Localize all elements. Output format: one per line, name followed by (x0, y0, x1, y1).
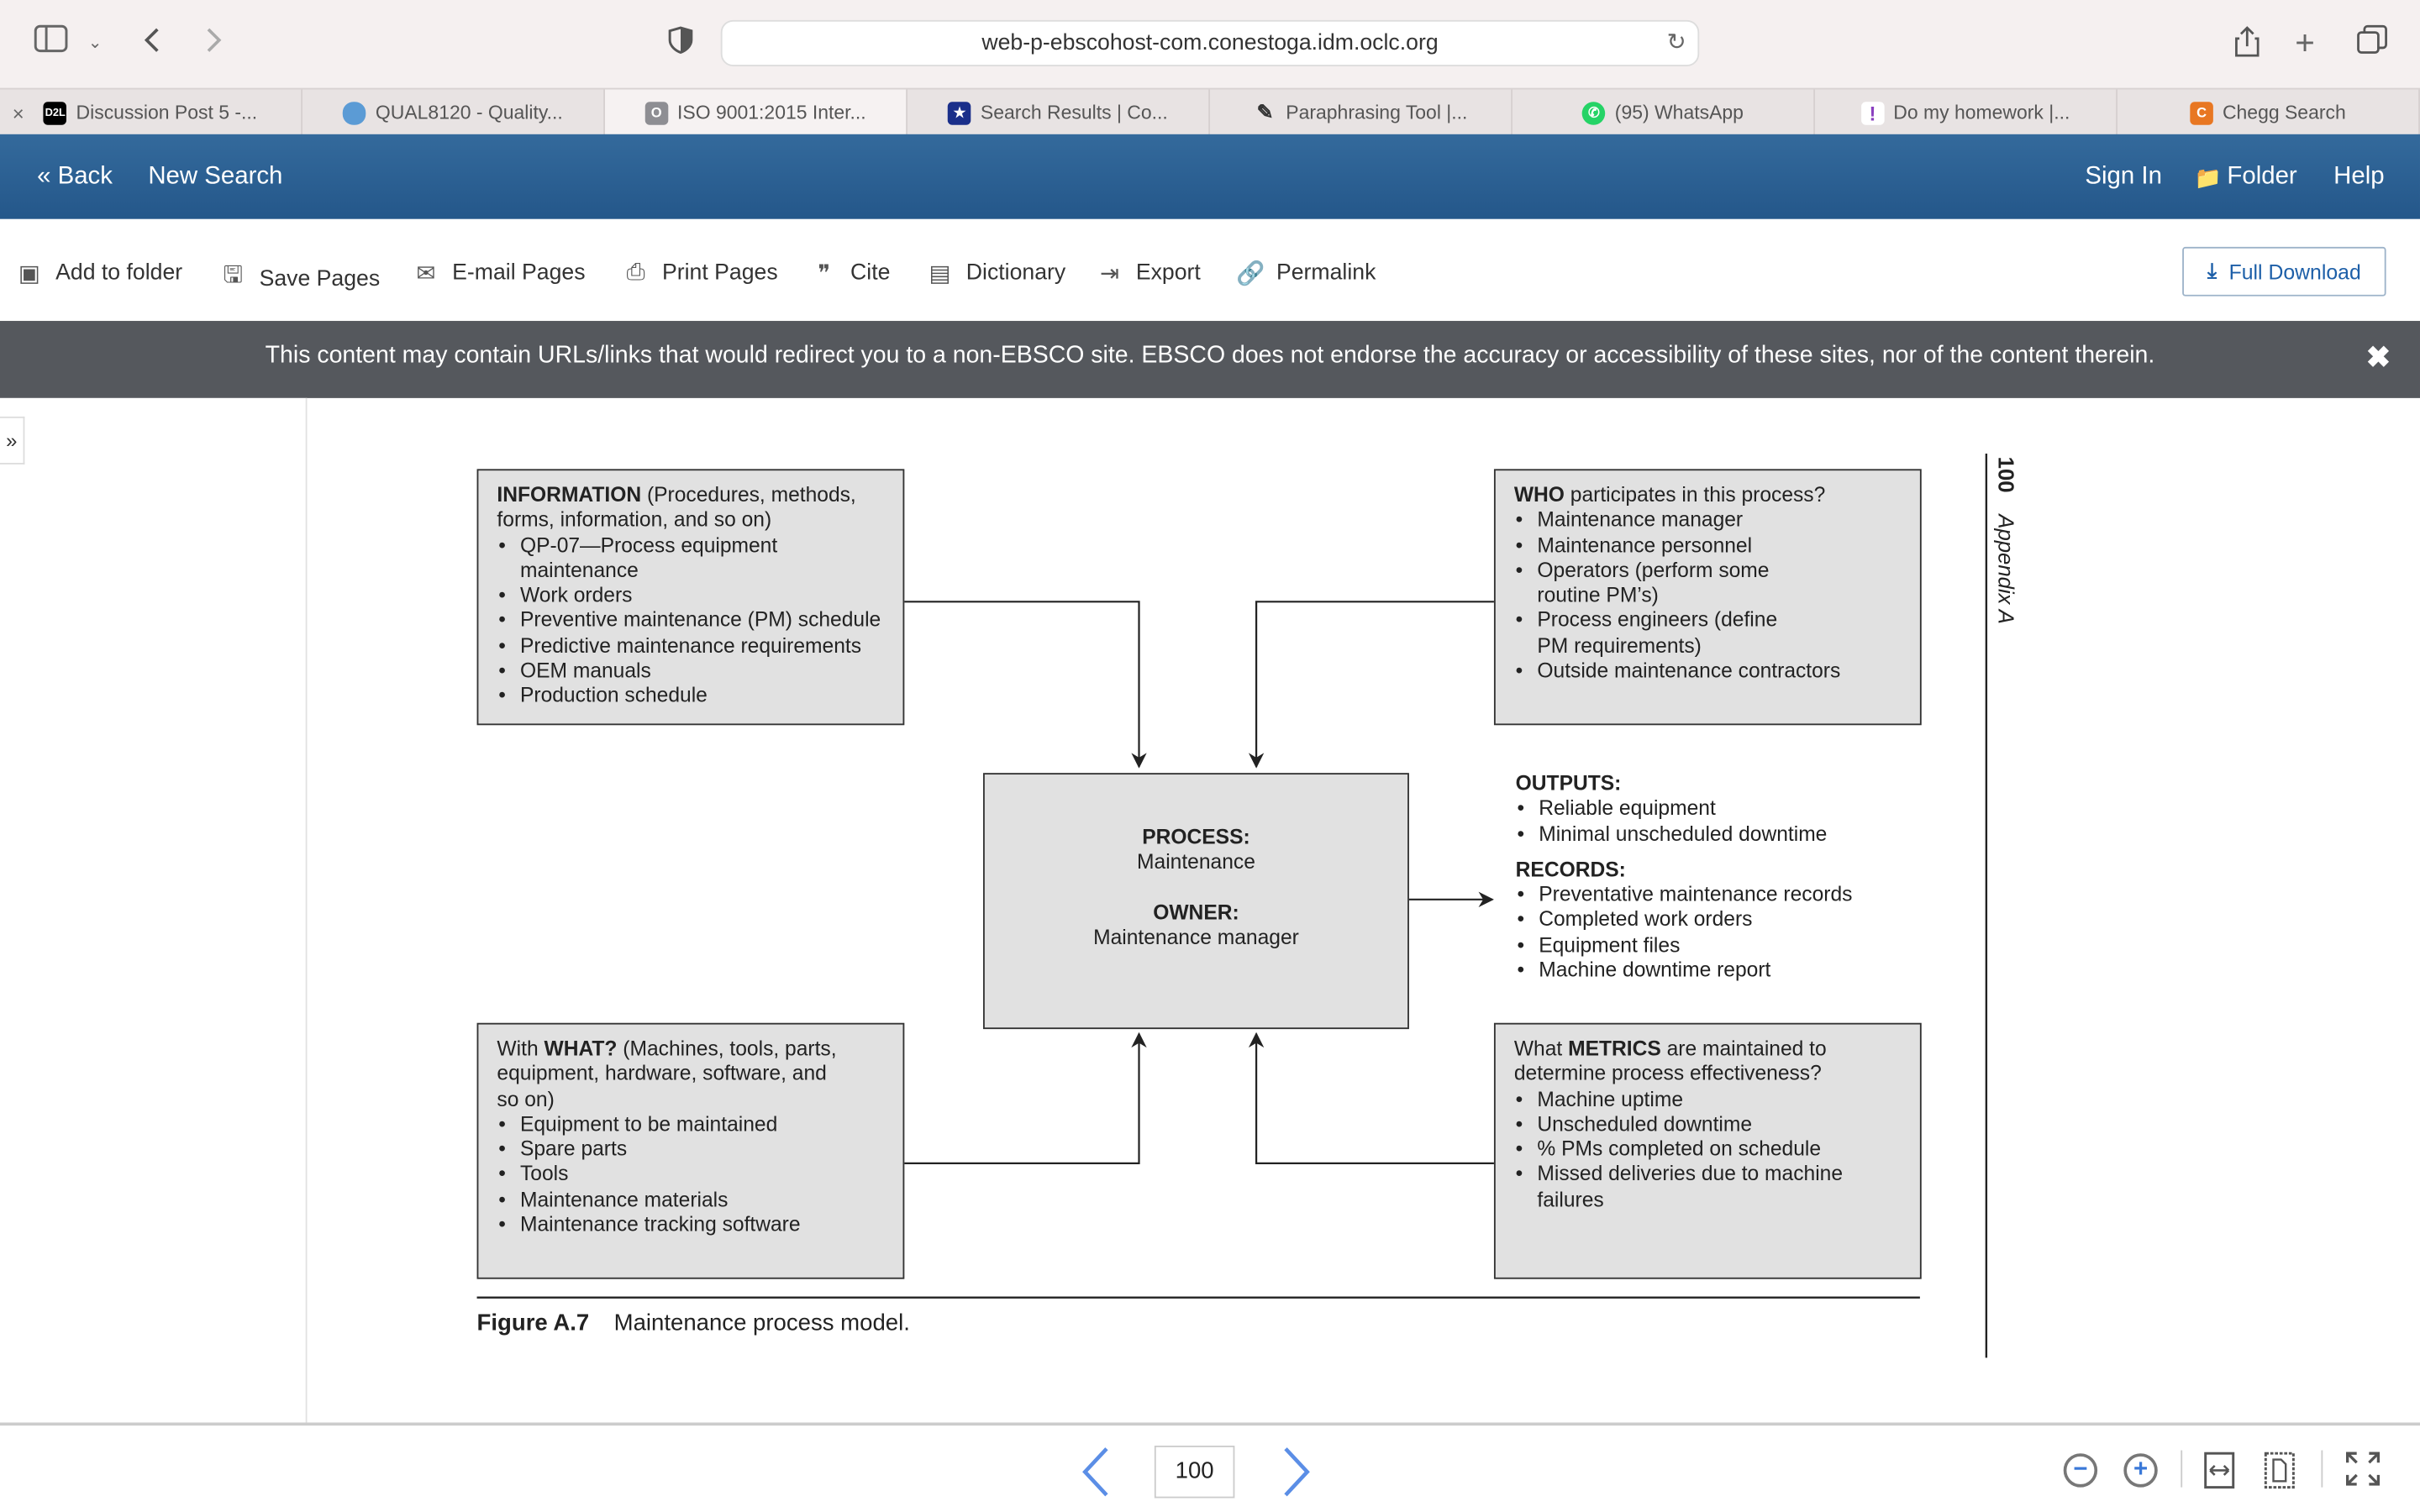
metrics-list: Machine uptime Unscheduled downtime % PM… (1514, 1087, 1902, 1213)
list-item: OEM manuals (497, 659, 884, 684)
outputs-heading: OUTPUTS: (1515, 771, 1622, 795)
outputs-list: Reliable equipment Minimal unscheduled d… (1516, 796, 1918, 847)
list-item: Work orders (497, 584, 884, 609)
section-name: Appendix A (1994, 514, 2019, 624)
metrics-box: What METRICS are maintained to determine… (1493, 1022, 1922, 1279)
who-box: WHO participates in this process? Mainte… (1493, 469, 1922, 726)
process-box: PROCESS: Maintenance OWNER: Maintenance … (982, 773, 1409, 1030)
list-item: Completed work orders (1516, 908, 1918, 933)
list-item: Preventative maintenance records (1516, 883, 1918, 908)
box-heading: With WHAT? (Machines, tools, parts, equi… (497, 1037, 837, 1110)
divider (2321, 1450, 2323, 1488)
list-item: Process engineers (define PM requirement… (1514, 609, 1786, 659)
list-item: Minimal unscheduled downtime (1516, 822, 1918, 847)
list-item: Maintenance materials (497, 1188, 884, 1213)
list-item: Tools (497, 1163, 884, 1188)
owner-value: Maintenance manager (1093, 925, 1299, 949)
list-item: Predictive maintenance requirements (497, 633, 884, 659)
fit-page-icon[interactable] (2264, 1452, 2295, 1489)
box-heading: WHO participates in this process? (1513, 482, 1826, 507)
process-value: Maintenance (1137, 850, 1255, 874)
list-item: Maintenance manager (1514, 508, 1786, 533)
records-list: Preventative maintenance records Complet… (1516, 883, 1918, 984)
list-item: Production schedule (497, 684, 884, 709)
divider (2181, 1450, 2183, 1488)
list-item: Preventive maintenance (PM) schedule (497, 609, 884, 634)
what-box: With WHAT? (Machines, tools, parts, equi… (476, 1022, 905, 1279)
information-box: INFORMATION (Procedures, methods, forms,… (476, 469, 905, 726)
list-item: Spare parts (497, 1137, 884, 1163)
list-item: QP-07—Process equipment maintenance (497, 533, 884, 584)
list-item: Outside maintenance contractors (1514, 659, 1909, 684)
list-item: Equipment files (1516, 933, 1918, 958)
next-page-icon[interactable] (1278, 1446, 1315, 1498)
caption-label: Figure A.7 (476, 1310, 590, 1336)
fit-width-icon[interactable] (2204, 1452, 2235, 1489)
list-item: Equipment to be maintained (497, 1112, 884, 1137)
box-heading: What METRICS are maintained to determine… (1513, 1037, 1827, 1085)
records-heading: RECORDS: (1515, 858, 1626, 881)
owner-label: OWNER: (1153, 900, 1239, 924)
list-item: Maintenance tracking software (497, 1213, 884, 1238)
list-item: Machine downtime report (1516, 958, 1918, 984)
information-list: QP-07—Process equipment maintenance Work… (497, 533, 884, 710)
page-number: 100 (1994, 456, 2019, 493)
list-item: Unscheduled downtime (1514, 1112, 1855, 1137)
connector-who (1248, 601, 1494, 769)
what-list: Equipment to be maintained Spare parts T… (497, 1112, 884, 1238)
fullscreen-icon[interactable] (2346, 1452, 2381, 1486)
process-label: PROCESS: (1142, 825, 1250, 849)
list-item: Reliable equipment (1516, 796, 1918, 822)
list-item: Machine uptime (1514, 1087, 1855, 1112)
who-list: Maintenance manager Maintenance personne… (1514, 508, 1902, 685)
box-heading: INFORMATION (Procedures, methods, forms,… (497, 482, 856, 532)
running-head: 100 Appendix A (1994, 456, 2019, 624)
diagram-connectors (476, 453, 1988, 1358)
outputs-records: OUTPUTS: Reliable equipment Minimal unsc… (1515, 771, 1918, 984)
zoom-out-icon[interactable]: − (2063, 1453, 2098, 1488)
list-item: Missed deliveries due to machine failure… (1514, 1163, 1855, 1213)
figure-caption: Figure A.7 Maintenance process model. (477, 1310, 910, 1337)
list-item: % PMs completed on schedule (1514, 1137, 1855, 1163)
connector-metrics (1248, 1032, 1494, 1164)
zoom-in-icon[interactable]: + (2123, 1453, 2158, 1488)
caption-text: Maintenance process model. (613, 1310, 910, 1336)
page-number-input[interactable]: 100 (1154, 1446, 1235, 1499)
list-item: Maintenance personnel (1514, 533, 1786, 559)
connector-what (902, 1032, 1147, 1164)
list-item: Operators (perform some routine PM’s) (1514, 559, 1786, 609)
previous-page-icon[interactable] (1077, 1446, 1114, 1498)
connector-information (902, 601, 1147, 769)
